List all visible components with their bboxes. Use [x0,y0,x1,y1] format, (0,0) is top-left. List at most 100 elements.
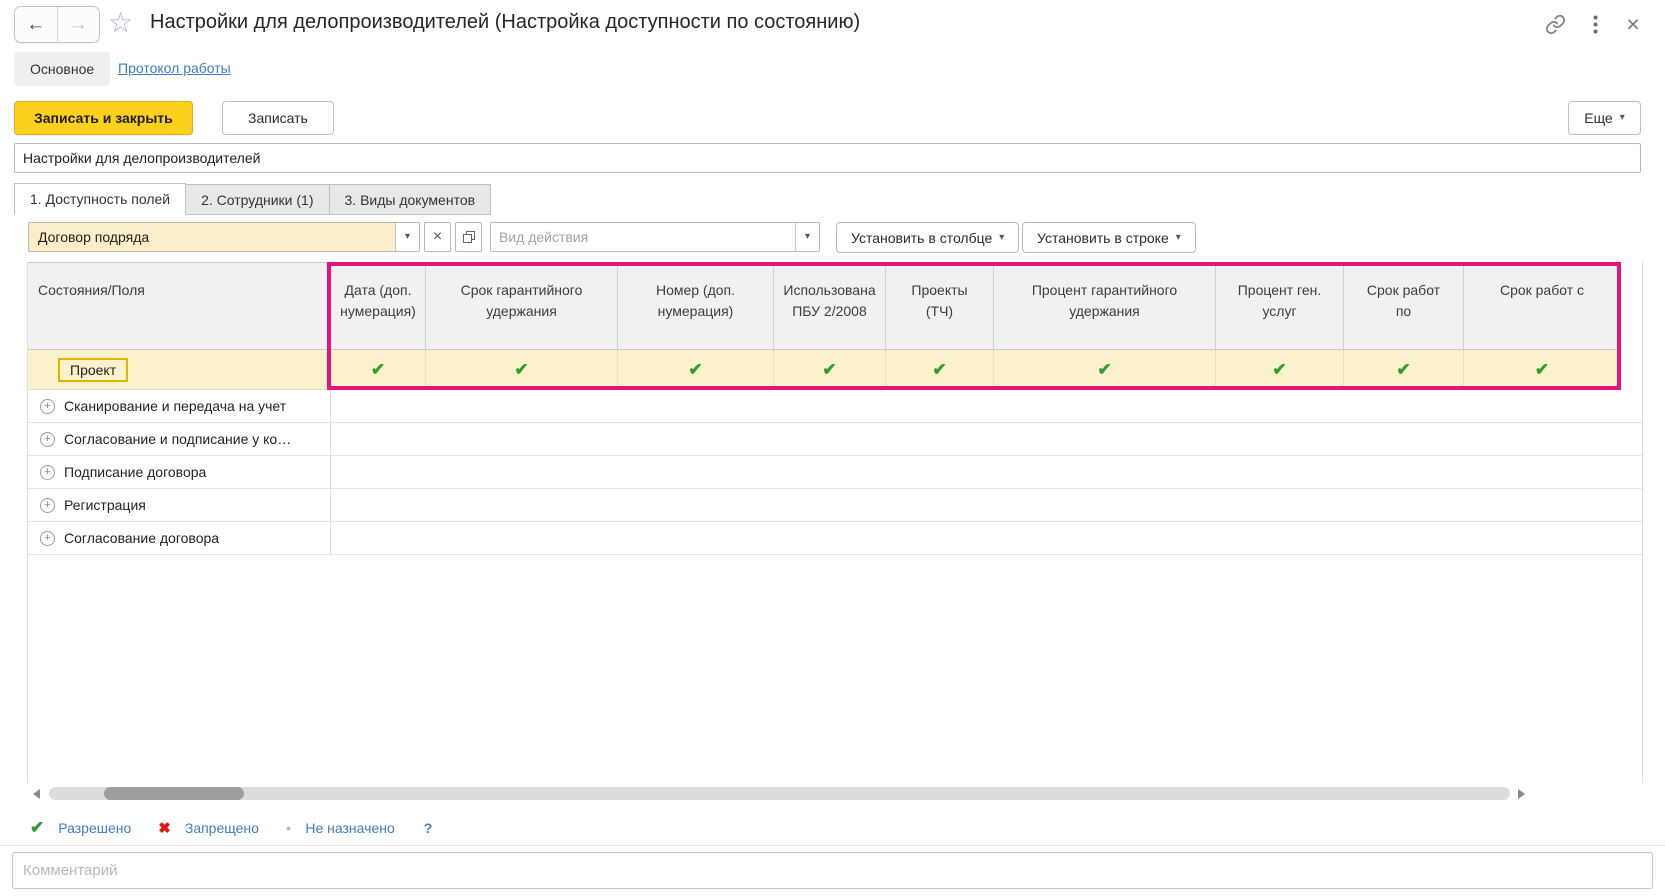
column-header[interactable]: Срок работ по [1344,263,1464,349]
selected-cell-project[interactable]: Проект [58,358,128,382]
allowed-check-icon: ✔ [932,361,946,378]
caret-down-icon: ▾ [999,233,1004,243]
allowed-check-icon: ✔ [1097,361,1111,378]
state-row[interactable]: + Регистрация [28,489,1642,522]
set-in-row-label: Установить в строке [1037,230,1169,246]
expand-icon[interactable]: + [40,399,55,414]
column-header[interactable]: Процент ген. услуг [1216,263,1344,349]
caret-down-icon: ▾ [405,232,410,242]
scrollbar-track[interactable] [49,787,1510,800]
save-and-close-button[interactable]: Записать и закрыть [14,101,193,135]
open-form-icon [462,230,476,244]
state-row[interactable]: + Сканирование и передача на учет [28,390,1642,423]
grid-cell[interactable]: ✔ [426,350,618,389]
column-header[interactable]: Использована ПБУ 2/2008 [774,263,886,349]
project-row-first-cell[interactable]: Проект [28,350,331,389]
action-kind-input[interactable] [491,223,795,251]
document-kind-combo[interactable]: Договор подряда ▾ [28,222,420,252]
get-link-icon[interactable] [1542,11,1568,37]
name-input[interactable] [14,143,1641,173]
tab-field-availability[interactable]: 1. Доступность полей [14,183,186,215]
legend-allowed-label: Разрешено [58,820,131,836]
caret-down-icon: ▾ [1620,113,1625,123]
expand-icon[interactable]: + [40,531,55,546]
set-in-row-button[interactable]: Установить в строке ▾ [1022,222,1196,253]
state-row[interactable]: + Подписание договора [28,456,1642,489]
column-header[interactable]: Срок гарантийного удержания [426,263,618,349]
grid-cell[interactable]: ✔ [331,350,426,389]
tab-document-kinds[interactable]: 3. Виды документов [330,184,492,215]
action-kind-dropdown-button[interactable]: ▾ [795,223,819,251]
caret-down-icon: ▾ [1176,233,1181,243]
grid-cell[interactable]: ✔ [1344,350,1464,389]
save-button[interactable]: Записать [222,101,334,135]
state-row-label: Регистрация [64,497,146,513]
column-header-states[interactable]: Состояния/Поля [28,263,331,349]
document-kind-dropdown-button[interactable]: ▾ [395,223,419,251]
section-tab-main[interactable]: Основное [14,52,110,86]
scroll-left-icon[interactable] [33,789,40,799]
grid-cell[interactable]: ✔ [1464,350,1621,389]
page-title: Настройки для делопроизводителей (Настро… [150,11,860,34]
allowed-check-icon: ✔ [30,818,44,838]
expand-icon[interactable]: + [40,498,55,513]
tab-strip: 1. Доступность полей 2. Сотрудники (1) 3… [14,183,491,215]
more-menu-icon[interactable] [1582,11,1608,37]
forbidden-cross-icon: ✖ [158,819,171,837]
allowed-check-icon: ✔ [688,361,702,378]
separator [0,845,1665,846]
document-kind-value: Договор подряда [29,223,395,251]
back-arrow-icon: ← [26,15,45,34]
more-button[interactable]: Еще ▾ [1568,101,1641,135]
state-row-label: Согласование договора [64,530,219,546]
set-in-column-label: Установить в столбце [851,230,992,246]
field-column-headers: Дата (доп. нумерация)Срок гарантийного у… [331,263,1621,349]
help-link[interactable]: ? [424,820,433,836]
grid-cell[interactable]: ✔ [994,350,1216,389]
state-row[interactable]: + Согласование договора [28,522,1642,555]
allowed-check-icon: ✔ [1272,361,1286,378]
grid-cell[interactable]: ✔ [774,350,886,389]
project-row-cells: ✔ ✔ ✔ ✔ ✔ ✔ ✔ ✔ ✔ [331,350,1621,389]
open-item-button[interactable] [455,222,482,252]
set-in-column-button[interactable]: Установить в столбце ▾ [836,222,1019,253]
state-row[interactable]: + Согласование и подписание у ко… [28,423,1642,456]
state-rows: + Сканирование и передача на учет + Согласо… [28,390,1642,555]
expand-icon[interactable]: + [40,432,55,447]
expand-icon[interactable]: + [40,465,55,480]
forward-arrow-icon: → [69,15,88,34]
column-header[interactable]: Дата (доп. нумерация) [331,263,426,349]
state-row-label: Сканирование и передача на учет [64,398,286,414]
close-icon[interactable]: × [1620,11,1646,37]
horizontal-scrollbar[interactable] [28,786,1525,801]
allowed-check-icon: ✔ [371,361,385,378]
grid-cell[interactable]: ✔ [886,350,994,389]
comment-input[interactable] [12,852,1653,889]
allowed-check-icon: ✔ [514,361,528,378]
state-row-label: Согласование и подписание у ко… [64,431,291,447]
forward-button[interactable]: → [58,7,100,42]
not-assigned-dot-icon: ● [286,823,291,833]
protocol-link[interactable]: Протокол работы [118,60,231,76]
column-header[interactable]: Процент гарантийного удержания [994,263,1216,349]
history-nav: ← → [14,6,100,43]
action-kind-combo[interactable]: ▾ [490,222,820,252]
grid-cell[interactable]: ✔ [1216,350,1344,389]
favorite-star-icon[interactable]: ☆ [108,6,133,39]
clear-button[interactable]: × [424,222,451,252]
legend: ✔ Разрешено ✖ Запрещено ● Не назначено ? [30,817,432,839]
project-row[interactable]: Проект ✔ ✔ ✔ ✔ ✔ ✔ ✔ ✔ ✔ [28,350,1621,390]
allowed-check-icon: ✔ [1535,361,1549,378]
more-button-label: Еще [1584,110,1613,126]
tab-employees[interactable]: 2. Сотрудники (1) [186,184,329,215]
scroll-right-icon[interactable] [1518,789,1525,799]
back-button[interactable]: ← [15,7,58,42]
caret-down-icon: ▾ [805,232,810,242]
grid-cell[interactable]: ✔ [618,350,774,389]
state-row-label: Подписание договора [64,464,206,480]
allowed-check-icon: ✔ [1396,361,1410,378]
scrollbar-thumb[interactable] [104,787,244,800]
column-header[interactable]: Проекты (ТЧ) [886,263,994,349]
column-header[interactable]: Срок работ с [1464,263,1621,349]
column-header[interactable]: Номер (доп. нумерация) [618,263,774,349]
